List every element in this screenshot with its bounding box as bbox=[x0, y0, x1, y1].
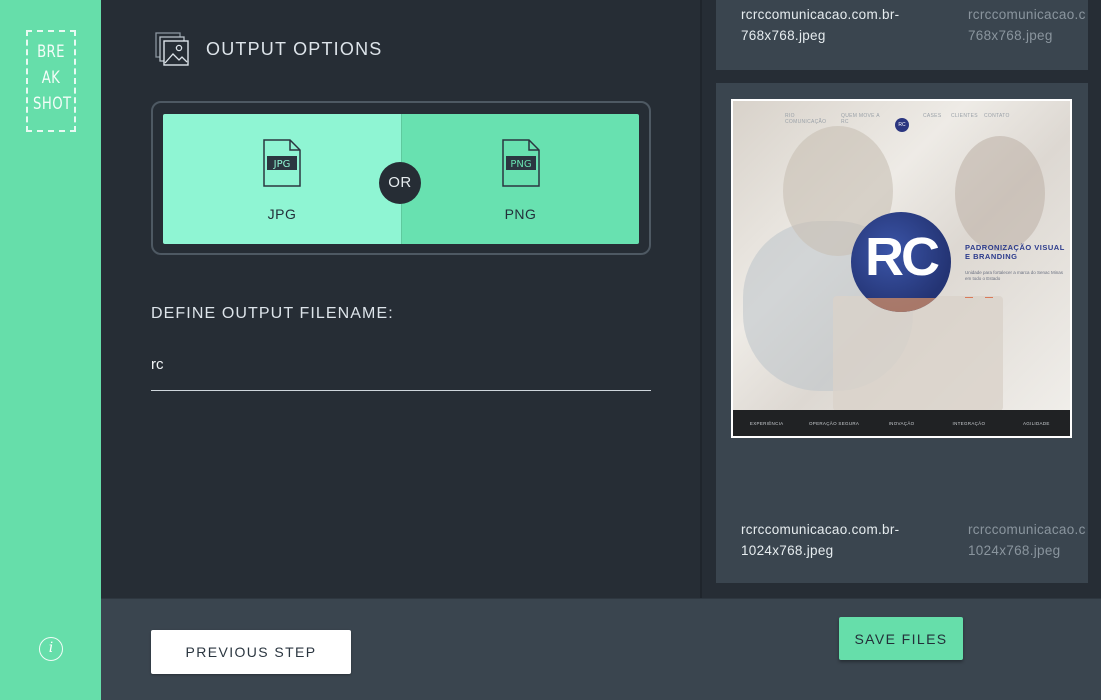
section-title: OUTPUT OPTIONS bbox=[206, 39, 383, 59]
png-file-icon-text: PNG bbox=[510, 159, 531, 170]
preview-filename-line2: 768x768.jpeg bbox=[741, 28, 826, 43]
preview-filename-line1: rcrccomunicacao.com.br- bbox=[741, 522, 900, 537]
thumbnail-subtext: Unidade para fortalecer a marca do Senac… bbox=[965, 270, 1064, 281]
or-badge: OR bbox=[379, 162, 421, 204]
thumbnail-footer-item: OPERAÇÃO SEGURA bbox=[808, 421, 860, 426]
format-label-jpg: JPG bbox=[267, 206, 297, 222]
preview-ghost-line2: 1024x768.jpeg bbox=[968, 543, 1061, 558]
filename-input[interactable] bbox=[151, 353, 651, 391]
thumbnail-footer-item: INOVAÇÃO bbox=[888, 421, 915, 426]
logo-line-2: AK bbox=[41, 68, 61, 88]
filename-label: DEFINE OUTPUT FILENAME: bbox=[151, 305, 394, 322]
previous-step-button[interactable]: PREVIOUS STEP bbox=[151, 630, 351, 674]
thumbnail-laptop-shape bbox=[833, 296, 1003, 411]
thumbnail-nav-item: QUEM MOVE A RC bbox=[841, 113, 880, 125]
thumbnail-footer-item: INTEGRAÇÃO bbox=[952, 421, 986, 426]
jpg-file-icon: JPG bbox=[263, 139, 301, 187]
footer-left: PREVIOUS STEP bbox=[101, 598, 701, 700]
jpg-file-icon-text: JPG bbox=[273, 159, 291, 170]
thumbnail-person-shape bbox=[955, 136, 1045, 251]
gallery-icon bbox=[155, 32, 189, 66]
thumbnail-rc-text: RC bbox=[865, 227, 940, 287]
thumbnail-logo: RC bbox=[895, 118, 909, 132]
thumbnail-footer-item: EXPERIÊNCIA bbox=[749, 421, 784, 426]
thumbnail-rc-circle: RC bbox=[851, 212, 951, 312]
thumbnail-headline: PADRONIZAÇÃO VISUAL E BRANDING bbox=[965, 243, 1065, 261]
preview-list[interactable]: rcrccomunicacao.com.br- 768x768.jpeg rcr… bbox=[702, 0, 1101, 598]
breakshot-logo[interactable]: BRE AK SHOT bbox=[26, 30, 76, 132]
preview-card[interactable]: RIO COMUNICAÇÃO QUEM MOVE A RC RC CASES … bbox=[716, 83, 1088, 583]
thumbnail-dash bbox=[965, 297, 973, 298]
png-file-icon: PNG bbox=[502, 139, 540, 187]
thumbnail-nav-item: CASES bbox=[923, 113, 942, 119]
info-icon[interactable]: i bbox=[39, 637, 63, 661]
logo-line-3: SHOT bbox=[33, 94, 72, 114]
preview-filename-ghost: rcrccomunicacao.c 1024x768.jpeg bbox=[968, 519, 1086, 561]
save-files-button[interactable]: SAVE FILES bbox=[839, 617, 963, 660]
output-options-panel: OUTPUT OPTIONS JPG JPG PNG PNG OR DEFINE… bbox=[101, 0, 701, 598]
preview-filename-line1: rcrccomunicacao.com.br- bbox=[741, 7, 900, 22]
thumbnail-footer: EXPERIÊNCIA OPERAÇÃO SEGURA INOVAÇÃO INT… bbox=[733, 410, 1070, 436]
preview-ghost-line1: rcrccomunicacao.c bbox=[968, 7, 1086, 22]
footer-right: SAVE FILES bbox=[701, 598, 1101, 700]
preview-card[interactable]: rcrccomunicacao.com.br- 768x768.jpeg rcr… bbox=[716, 0, 1088, 70]
preview-filename-ghost: rcrccomunicacao.c 768x768.jpeg bbox=[968, 4, 1086, 46]
thumbnail-dash bbox=[985, 297, 993, 298]
format-option-png[interactable]: PNG PNG bbox=[401, 114, 639, 244]
thumbnail-footer-item: AGILIDADE bbox=[1022, 421, 1050, 426]
format-option-jpg[interactable]: JPG JPG bbox=[163, 114, 401, 244]
screenshot-thumbnail[interactable]: RIO COMUNICAÇÃO QUEM MOVE A RC RC CASES … bbox=[731, 99, 1072, 438]
preview-filename: rcrccomunicacao.com.br- 768x768.jpeg bbox=[741, 4, 899, 46]
format-label-png: PNG bbox=[504, 206, 537, 222]
breakshot-app: BRE AK SHOT i OUTPUT OPTIONS JPG JPG PNG… bbox=[0, 0, 1101, 700]
logo-line-1: BRE bbox=[37, 42, 65, 62]
thumbnail-nav-item: CLIENTES bbox=[951, 113, 978, 119]
preview-ghost-line1: rcrccomunicacao.c bbox=[968, 522, 1086, 537]
preview-filename: rcrccomunicacao.com.br- 1024x768.jpeg bbox=[741, 519, 899, 561]
preview-filename-line2: 1024x768.jpeg bbox=[741, 543, 834, 558]
thumbnail-nav-item: CONTATO bbox=[984, 113, 1010, 119]
preview-ghost-line2: 768x768.jpeg bbox=[968, 28, 1053, 43]
thumbnail-nav-item: RIO COMUNICAÇÃO bbox=[785, 113, 827, 125]
sidebar: BRE AK SHOT i bbox=[0, 0, 101, 700]
